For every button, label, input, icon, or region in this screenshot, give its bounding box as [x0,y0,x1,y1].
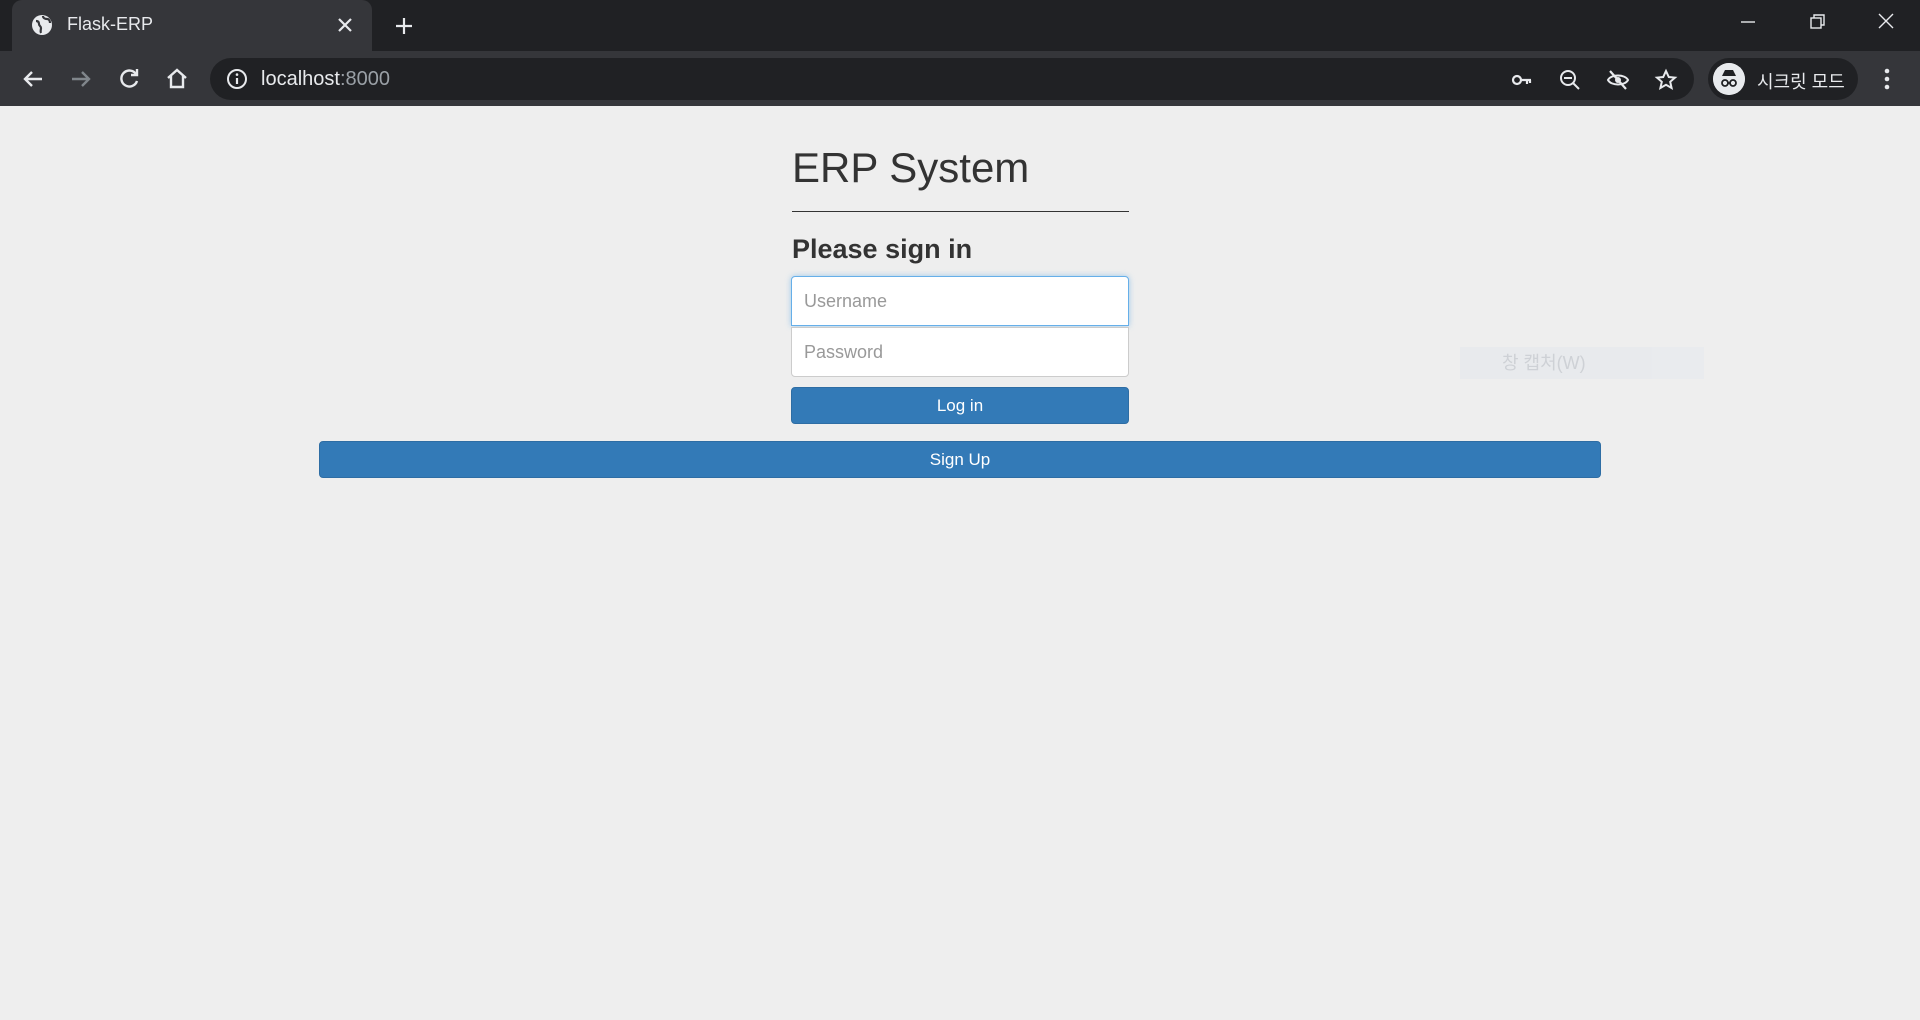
info-icon[interactable] [226,68,248,90]
browser-toolbar: localhost:8000 시크릿 모드 [0,51,1920,106]
incognito-profile-button[interactable]: 시크릿 모드 [1708,58,1858,100]
bookmark-star-icon[interactable] [1654,68,1678,92]
title-divider [792,211,1129,212]
password-input[interactable] [791,327,1129,377]
url-host: localhost [261,68,340,90]
back-icon[interactable] [19,65,47,93]
close-window-icon[interactable] [1874,12,1898,32]
incognito-icon [1713,63,1745,95]
tracking-blocked-icon[interactable] [1606,68,1630,92]
forward-icon[interactable] [67,65,95,93]
browser-tab[interactable]: Flask-ERP [12,0,372,51]
key-icon[interactable] [1510,68,1534,92]
close-tab-icon[interactable] [334,14,356,36]
tab-title: Flask-ERP [67,14,154,34]
zoom-out-icon[interactable] [1558,68,1582,92]
url-port: :8000 [339,68,390,90]
page-content: ERP System Please sign in Log in Sign Up… [0,106,1920,1020]
page-title: ERP System [792,144,1030,191]
login-button[interactable]: Log in [791,387,1129,424]
signin-heading: Please sign in [792,234,973,264]
home-icon[interactable] [163,65,191,93]
address-bar[interactable]: localhost:8000 [210,58,1694,100]
new-tab-icon[interactable] [392,14,416,38]
url-text: localhost:8000 [261,68,390,91]
browser-titlebar: Flask-ERP [0,0,1920,51]
reload-icon[interactable] [115,65,143,93]
restore-icon[interactable] [1805,12,1829,32]
username-input[interactable] [791,276,1129,326]
incognito-label: 시크릿 모드 [1757,72,1845,92]
signup-button[interactable]: Sign Up [319,441,1601,478]
minimize-icon[interactable] [1736,12,1760,32]
window-capture-overlay: 창 캡처(W) [1460,347,1704,379]
globe-icon [32,15,52,35]
more-menu-icon[interactable] [1874,65,1900,93]
